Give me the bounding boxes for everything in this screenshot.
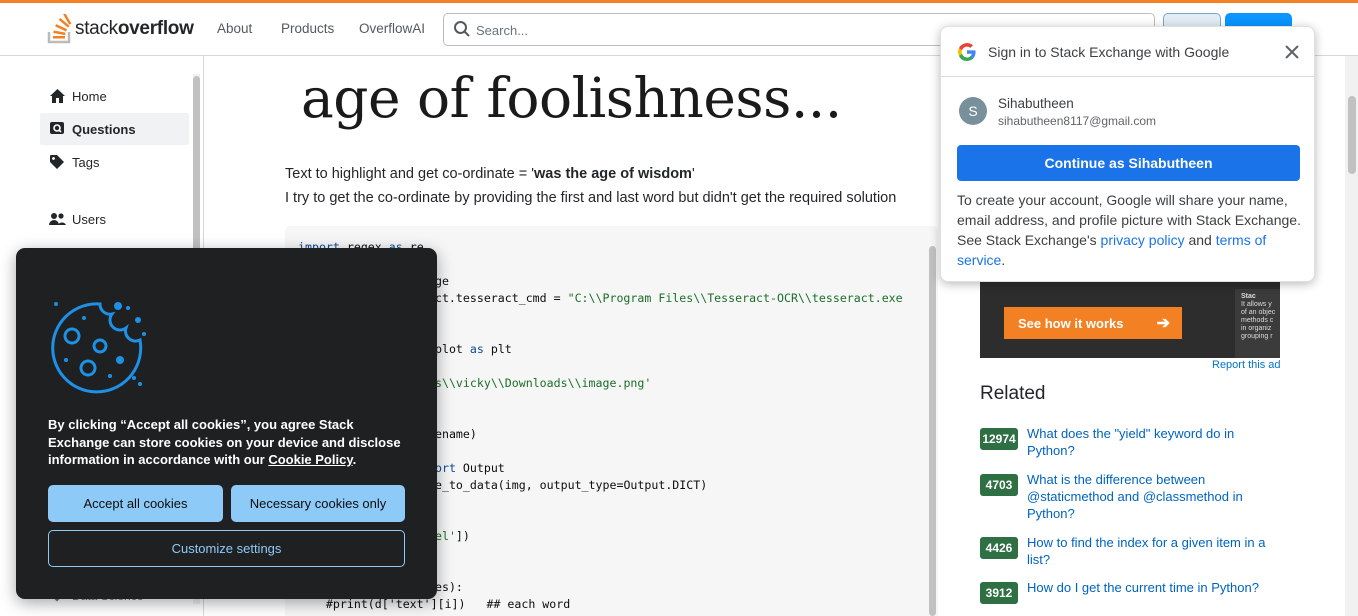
necessary-cookies-button[interactable]: Necessary cookies only (231, 485, 405, 522)
sidebar-item-home[interactable]: Home (40, 80, 189, 112)
sidebar-item-label: Questions (72, 121, 136, 137)
search-icon (453, 20, 471, 43)
avatar: S (959, 97, 987, 125)
related-link[interactable]: How to find the index for a given item i… (1027, 534, 1277, 568)
question-image-text: age of foolishness... (301, 66, 842, 130)
code-scrollbar[interactable] (927, 236, 937, 616)
users-icon (48, 212, 66, 226)
stackoverflow-logo[interactable]: stackoverflow (47, 13, 197, 45)
report-ad-link[interactable]: Report this ad (1212, 359, 1280, 371)
nav-about[interactable]: About (217, 21, 252, 36)
sidebar-item-tags[interactable]: Tags (40, 146, 189, 178)
account-email: sihabutheen8117@gmail.com (998, 114, 1157, 128)
related-score-badge: 4703 (980, 474, 1018, 496)
cookie-consent-banner: By clicking “Accept all cookies”, you ag… (16, 248, 437, 599)
cookie-policy-link[interactable]: Cookie Policy (268, 452, 352, 467)
ad-cta-button[interactable]: See how it works ➔ (1004, 307, 1182, 339)
code-line: #print(d['text'][i]) ## each word (298, 597, 571, 611)
cookie-icon (50, 298, 162, 403)
question-paragraph-2: I try to get the co-ordinate by providin… (285, 190, 897, 206)
privacy-policy-link[interactable]: privacy policy (1101, 232, 1185, 248)
page-scrollbar[interactable] (1345, 56, 1358, 616)
ad-side-panel: Stac It allows y of an objec methods c in… (1235, 289, 1280, 358)
nav-products[interactable]: Products (281, 21, 334, 36)
search-placeholder: Search... (476, 23, 529, 38)
question-paragraph-1: Text to highlight and get co-ordinate = … (285, 166, 695, 182)
consent-notice: To create your account, Google will shar… (957, 192, 1301, 268)
sidebar-item-users[interactable]: Users (40, 203, 189, 235)
popup-header: Sign in to Stack Exchange with Google (941, 27, 1316, 77)
sidebar-item-label: Tags (72, 154, 100, 170)
popup-title: Sign in to Stack Exchange with Google (988, 44, 1230, 60)
close-icon[interactable] (1281, 41, 1303, 63)
code-line: yplot as plt (428, 342, 512, 356)
advertisement[interactable]: See how it works ➔ Stac It allows y of an … (980, 281, 1280, 358)
related-score-badge: 12974 (980, 428, 1018, 450)
code-line: rs\\vicky\\Downloads\\image.png' (428, 376, 652, 390)
code-line: ge_to_data(img, output_type=Output.DICT) (428, 478, 708, 492)
sidebar-item-label: Home (72, 88, 107, 104)
related-score-badge: 4426 (980, 537, 1018, 559)
google-signin-popup: Sign in to Stack Exchange with Google S … (940, 26, 1316, 282)
code-line: port Output (428, 461, 505, 475)
customize-settings-button[interactable]: Customize settings (48, 530, 405, 567)
nav-overflowai[interactable]: OverflowAI (359, 21, 425, 36)
stackoverflow-logo-icon (47, 14, 72, 44)
scrollbar-thumb[interactable] (1348, 96, 1356, 174)
account-name: Sihabutheen (998, 96, 1074, 111)
sidebar-item-questions[interactable]: Questions (40, 113, 189, 145)
questions-icon (48, 121, 66, 137)
code-line: ract.tesseract_cmd = "C:\\Program Files\… (421, 291, 903, 305)
related-link[interactable]: What is the difference between @staticme… (1027, 471, 1277, 522)
arrow-right-icon: ➔ (1156, 315, 1170, 332)
google-logo-icon (957, 42, 977, 67)
sidebar-item-label: Users (72, 211, 106, 227)
accept-all-cookies-button[interactable]: Accept all cookies (48, 485, 223, 522)
related-score-badge: 3912 (980, 582, 1018, 604)
logo-text: stackoverflow (75, 18, 194, 39)
related-link[interactable]: What does the "yield" keyword do in Pyth… (1027, 425, 1277, 459)
tag-icon (48, 154, 66, 170)
home-icon (48, 88, 66, 104)
code-line: ge (435, 274, 449, 288)
related-link[interactable]: How do I get the current time in Python? (1027, 579, 1277, 596)
scrollbar-thumb[interactable] (929, 246, 936, 616)
continue-as-button[interactable]: Continue as Sihabutheen (957, 145, 1300, 181)
related-heading: Related (980, 383, 1046, 404)
cookie-message: By clicking “Accept all cookies”, you ag… (48, 417, 401, 467)
